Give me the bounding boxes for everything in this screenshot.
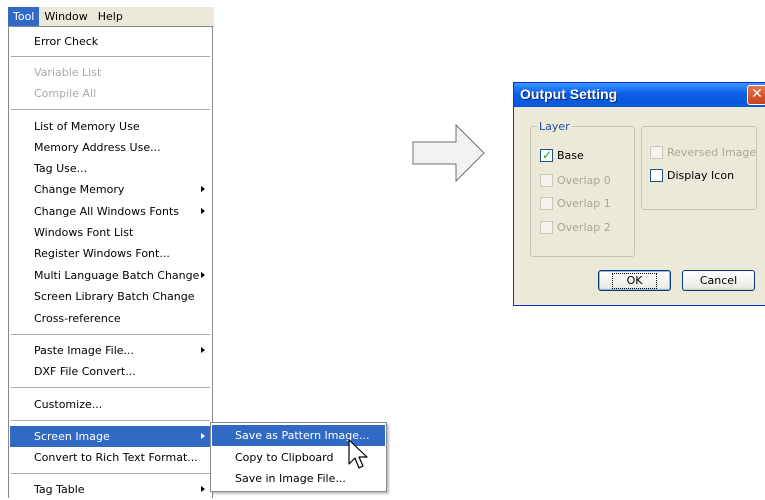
checkbox-box xyxy=(540,197,553,210)
menu-item-label: Memory Address Use... xyxy=(34,141,161,154)
menu-separator xyxy=(11,473,210,474)
checkbox-label: Overlap 0 xyxy=(557,174,611,187)
menu-item-label: Customize... xyxy=(34,398,103,411)
menu-separator xyxy=(11,387,210,388)
right-arrow-icon xyxy=(412,123,485,183)
checkbox-box[interactable] xyxy=(650,169,663,182)
menu-item-label: Change All Windows Fonts xyxy=(34,205,180,218)
menu-item-customize[interactable]: Customize... xyxy=(10,394,211,415)
menu-item-label: Tag Table xyxy=(34,483,85,496)
menu-item-compile-all: Compile All xyxy=(10,83,211,104)
menu-item-variable-list: Variable List xyxy=(10,62,211,83)
layer-group-label: Layer xyxy=(537,120,572,133)
menu-item-multi-language-batch-change[interactable]: Multi Language Batch Change xyxy=(10,265,211,286)
checkbox-display-icon[interactable]: Display Icon xyxy=(650,169,734,182)
submenu-arrow-icon xyxy=(201,208,205,214)
menu-item-label: Multi Language Batch Change xyxy=(34,269,200,282)
checkbox-overlap-1: Overlap 1 xyxy=(540,197,611,210)
menu-separator xyxy=(11,420,210,421)
menu-help[interactable]: Help xyxy=(93,7,128,26)
menu-item-tag-use[interactable]: Tag Use... xyxy=(10,158,211,179)
submenu-item-label: Save in Image File... xyxy=(235,472,346,485)
menu-separator xyxy=(11,56,210,57)
menu-item-label: Screen Library Batch Change xyxy=(34,290,195,303)
checkbox-base[interactable]: ✓ Base xyxy=(540,149,584,162)
submenu-arrow-icon xyxy=(201,186,205,192)
dialog-title: Output Setting xyxy=(520,86,618,102)
checkmark-icon: ✓ xyxy=(542,148,553,162)
submenu-arrow-icon xyxy=(201,347,205,353)
ok-button-label: OK xyxy=(611,273,658,289)
submenu-arrow-icon xyxy=(201,272,205,278)
checkbox-reversed-image: Reversed Image xyxy=(650,146,756,159)
dialog-titlebar[interactable]: Output Setting ✕ xyxy=(514,83,765,107)
menu-bar: Tool Window Help xyxy=(8,7,214,27)
checkbox-label: Overlap 1 xyxy=(557,197,611,210)
menu-item-dxf-file-convert[interactable]: DXF File Convert... xyxy=(10,361,211,382)
menu-item-label: DXF File Convert... xyxy=(34,365,136,378)
checkbox-label: Base xyxy=(557,149,584,162)
menu-item-change-all-windows-fonts[interactable]: Change All Windows Fonts xyxy=(10,201,211,222)
submenu-item-label: Copy to Clipboard xyxy=(235,451,334,464)
submenu-arrow-icon xyxy=(201,486,205,492)
checkbox-box xyxy=(650,146,663,159)
menu-item-label: Cross-reference xyxy=(34,312,121,325)
menu-item-label: Screen Image xyxy=(34,430,110,443)
menu-item-register-windows-font[interactable]: Register Windows Font... xyxy=(10,243,211,264)
menu-item-label: Register Windows Font... xyxy=(34,247,170,260)
menu-separator xyxy=(11,334,210,335)
menu-item-error-check[interactable]: Error Check xyxy=(10,31,211,52)
menu-item-label: Windows Font List xyxy=(34,226,134,239)
output-setting-dialog: Output Setting ✕ Layer ✓ Base Overlap 0 … xyxy=(513,82,765,306)
menu-window[interactable]: Window xyxy=(39,7,92,26)
cancel-button[interactable]: Cancel xyxy=(682,270,755,291)
menu-item-memory-address-use[interactable]: Memory Address Use... xyxy=(10,137,211,158)
menu-item-label: Variable List xyxy=(34,66,102,79)
submenu-arrow-icon xyxy=(201,433,205,439)
close-icon[interactable]: ✕ xyxy=(747,85,765,105)
menu-item-change-memory[interactable]: Change Memory xyxy=(10,179,211,200)
cancel-button-label: Cancel xyxy=(699,274,738,287)
checkbox-box xyxy=(540,221,553,234)
menu-item-paste-image-file[interactable]: Paste Image File... xyxy=(10,340,211,361)
checkbox-overlap-0: Overlap 0 xyxy=(540,174,611,187)
checkbox-label: Display Icon xyxy=(667,169,735,182)
menu-item-convert-to-rich-text-format[interactable]: Convert to Rich Text Format... xyxy=(10,447,211,468)
menu-item-windows-font-list[interactable]: Windows Font List xyxy=(10,222,211,243)
checkbox-label: Overlap 2 xyxy=(557,221,611,234)
menu-item-label: Tag Use... xyxy=(34,162,88,175)
menu-item-label: Error Check xyxy=(34,35,99,48)
menu-item-screen-library-batch-change[interactable]: Screen Library Batch Change xyxy=(10,286,211,307)
menu-tool[interactable]: Tool xyxy=(8,7,40,26)
ok-button[interactable]: OK xyxy=(598,270,671,291)
menu-item-label: List of Memory Use xyxy=(34,120,140,133)
menu-item-cross-reference[interactable]: Cross-reference xyxy=(10,308,211,329)
menu-item-label: Change Memory xyxy=(34,183,125,196)
checkbox-overlap-2: Overlap 2 xyxy=(540,221,611,234)
checkbox-label: Reversed Image xyxy=(667,146,757,159)
checkbox-box[interactable]: ✓ xyxy=(540,149,553,162)
menu-item-screen-image[interactable]: Screen Image xyxy=(10,426,211,447)
options-group-box xyxy=(641,126,757,210)
menu-item-tag-table[interactable]: Tag Table xyxy=(10,479,211,500)
menu-item-label: Paste Image File... xyxy=(34,344,135,357)
menu-separator xyxy=(11,109,210,110)
mouse-pointer-icon xyxy=(348,439,368,469)
menu-item-label: Convert to Rich Text Format... xyxy=(34,451,198,464)
menu-item-label: Compile All xyxy=(34,87,97,100)
checkbox-box xyxy=(540,174,553,187)
layer-group-box: Layer xyxy=(530,120,635,257)
tool-menu-dropdown: Error Check Variable List Compile All Li… xyxy=(8,26,213,498)
menu-item-list-of-memory-use[interactable]: List of Memory Use xyxy=(10,116,211,137)
